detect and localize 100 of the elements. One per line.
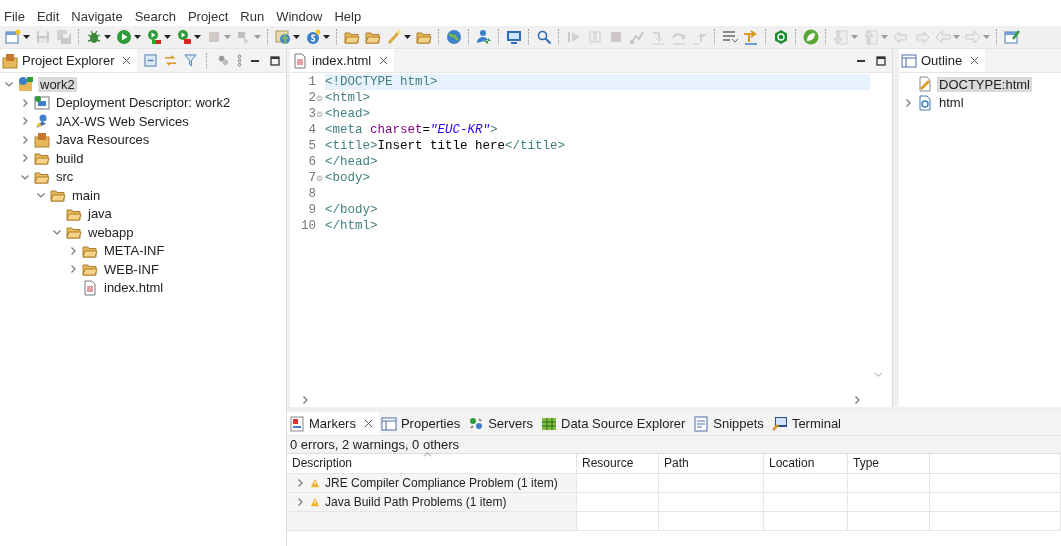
monitor-icon xyxy=(506,29,522,45)
filter-icon[interactable] xyxy=(184,54,197,67)
element-icon xyxy=(917,94,933,111)
tree-item[interactable]: main xyxy=(70,187,103,203)
menu-item[interactable]: Navigate xyxy=(71,9,123,26)
tree-item[interactable]: index.html xyxy=(102,280,166,296)
stop-icon xyxy=(206,29,222,45)
tab-label[interactable]: Outline xyxy=(921,53,963,68)
close-icon[interactable] xyxy=(379,56,389,65)
menu-item[interactable]: File xyxy=(4,9,25,26)
back-icon xyxy=(893,29,909,45)
close-icon[interactable] xyxy=(363,419,373,428)
tree-item[interactable]: work2 xyxy=(38,76,77,92)
focus-icon[interactable] xyxy=(217,54,230,67)
maximize-icon[interactable] xyxy=(876,55,886,66)
tab-label[interactable]: Snippets xyxy=(713,416,764,431)
toolbar-button[interactable] xyxy=(175,27,202,47)
menu-item[interactable]: Help xyxy=(334,9,362,26)
folder-icon xyxy=(365,29,381,45)
view-tab[interactable]: Outline xyxy=(899,49,986,72)
toolbar-button[interactable] xyxy=(802,27,820,47)
toolbar-button[interactable] xyxy=(385,27,412,47)
line-number: 9 xyxy=(307,202,316,218)
line-number: 8 xyxy=(307,186,316,202)
collapse-all-icon[interactable] xyxy=(144,54,157,67)
dropdown-caret-icon[interactable] xyxy=(323,35,330,39)
dropdown-caret-icon[interactable] xyxy=(194,35,201,39)
toolbar-button[interactable] xyxy=(772,27,790,47)
new-window-icon xyxy=(5,29,21,45)
dropdown-caret-icon[interactable] xyxy=(23,35,30,39)
line-number: 2 xyxy=(307,90,316,106)
pause-icon xyxy=(587,29,603,45)
menu-item[interactable]: Window xyxy=(276,9,323,26)
column-header[interactable]: Type xyxy=(848,454,930,474)
database-icon xyxy=(541,415,557,432)
view-tab[interactable]: Markers xyxy=(287,412,379,435)
globe-folder-icon xyxy=(275,29,291,45)
tab-label[interactable]: Terminal xyxy=(791,416,841,431)
maximize-icon[interactable] xyxy=(270,55,280,66)
tab-label[interactable]: index.html xyxy=(312,53,372,68)
menu-item[interactable]: Project xyxy=(187,9,229,26)
toolbar-button[interactable] xyxy=(304,27,331,47)
toolbar-button[interactable] xyxy=(445,27,463,47)
toolbar-button[interactable] xyxy=(4,27,31,47)
folder-icon xyxy=(66,224,82,241)
close-icon[interactable] xyxy=(122,56,132,65)
link-icon[interactable] xyxy=(164,54,177,67)
menu-item[interactable]: Edit xyxy=(36,9,60,26)
tab-label[interactable]: Properties xyxy=(400,416,461,431)
tab-label[interactable]: Servers xyxy=(488,416,533,431)
toolbar-button[interactable] xyxy=(115,27,142,47)
view-tab[interactable]: Project Explorer xyxy=(0,49,138,72)
tree-item[interactable]: html xyxy=(937,95,966,111)
tab-label[interactable]: Markers xyxy=(309,416,356,431)
snippets-icon xyxy=(693,415,710,432)
tree-item[interactable]: src xyxy=(54,169,76,185)
code-line: <body> xyxy=(325,171,370,185)
toolbar-button[interactable] xyxy=(145,27,172,47)
resume-icon xyxy=(566,29,582,45)
column-header[interactable]: Resource xyxy=(577,454,659,474)
tree-item[interactable]: META-INF xyxy=(102,243,167,259)
tree-item[interactable]: java xyxy=(86,206,114,222)
tree-item[interactable]: Java Resources xyxy=(54,132,152,148)
code-line: </body> xyxy=(325,203,378,217)
toolbar-button[interactable] xyxy=(274,27,301,47)
column-header[interactable]: Location xyxy=(764,454,848,474)
dropdown-caret-icon[interactable] xyxy=(293,35,300,39)
dropdown-caret-icon[interactable] xyxy=(104,35,111,39)
lines-icon xyxy=(722,29,738,45)
dropdown-caret-icon[interactable] xyxy=(404,35,411,39)
line-number: 3 xyxy=(307,106,316,122)
left-arrow-icon xyxy=(935,29,951,45)
disconnect-icon xyxy=(629,29,645,45)
dropdown-caret-icon[interactable] xyxy=(134,35,141,39)
close-icon[interactable] xyxy=(970,56,980,65)
toolbar-button[interactable] xyxy=(475,27,493,47)
folder-icon xyxy=(82,261,98,278)
tree-item[interactable]: JAX-WS Web Services xyxy=(54,113,191,129)
branch-arrow-icon xyxy=(743,29,759,45)
code-line: <title>Insert title here</title> xyxy=(325,139,566,153)
column-header[interactable]: Path xyxy=(659,454,764,474)
menu-item[interactable]: Run xyxy=(240,9,265,26)
tree-item[interactable]: WEB-INF xyxy=(102,261,161,277)
tab-label[interactable]: Data Source Explorer xyxy=(561,416,686,431)
folder-icon xyxy=(344,29,360,45)
markers-icon xyxy=(289,415,305,432)
project-icon xyxy=(18,76,34,93)
tree-item[interactable]: build xyxy=(54,150,86,166)
editor-tab[interactable]: index.html xyxy=(290,49,395,72)
menu-item[interactable]: Search xyxy=(134,9,176,26)
save-all-icon xyxy=(56,29,72,45)
class-icon xyxy=(305,29,321,45)
view-menu-icon[interactable] xyxy=(237,54,242,67)
tree-item[interactable]: webapp xyxy=(86,224,136,240)
line-number: 7 xyxy=(307,170,316,186)
tree-item[interactable]: DOCTYPE:html xyxy=(937,76,1032,92)
dropdown-caret-icon[interactable] xyxy=(164,35,171,39)
power-icon xyxy=(773,29,789,45)
external-tool-icon xyxy=(176,29,192,45)
tree-item[interactable]: Deployment Descriptor: work2 xyxy=(54,95,233,111)
